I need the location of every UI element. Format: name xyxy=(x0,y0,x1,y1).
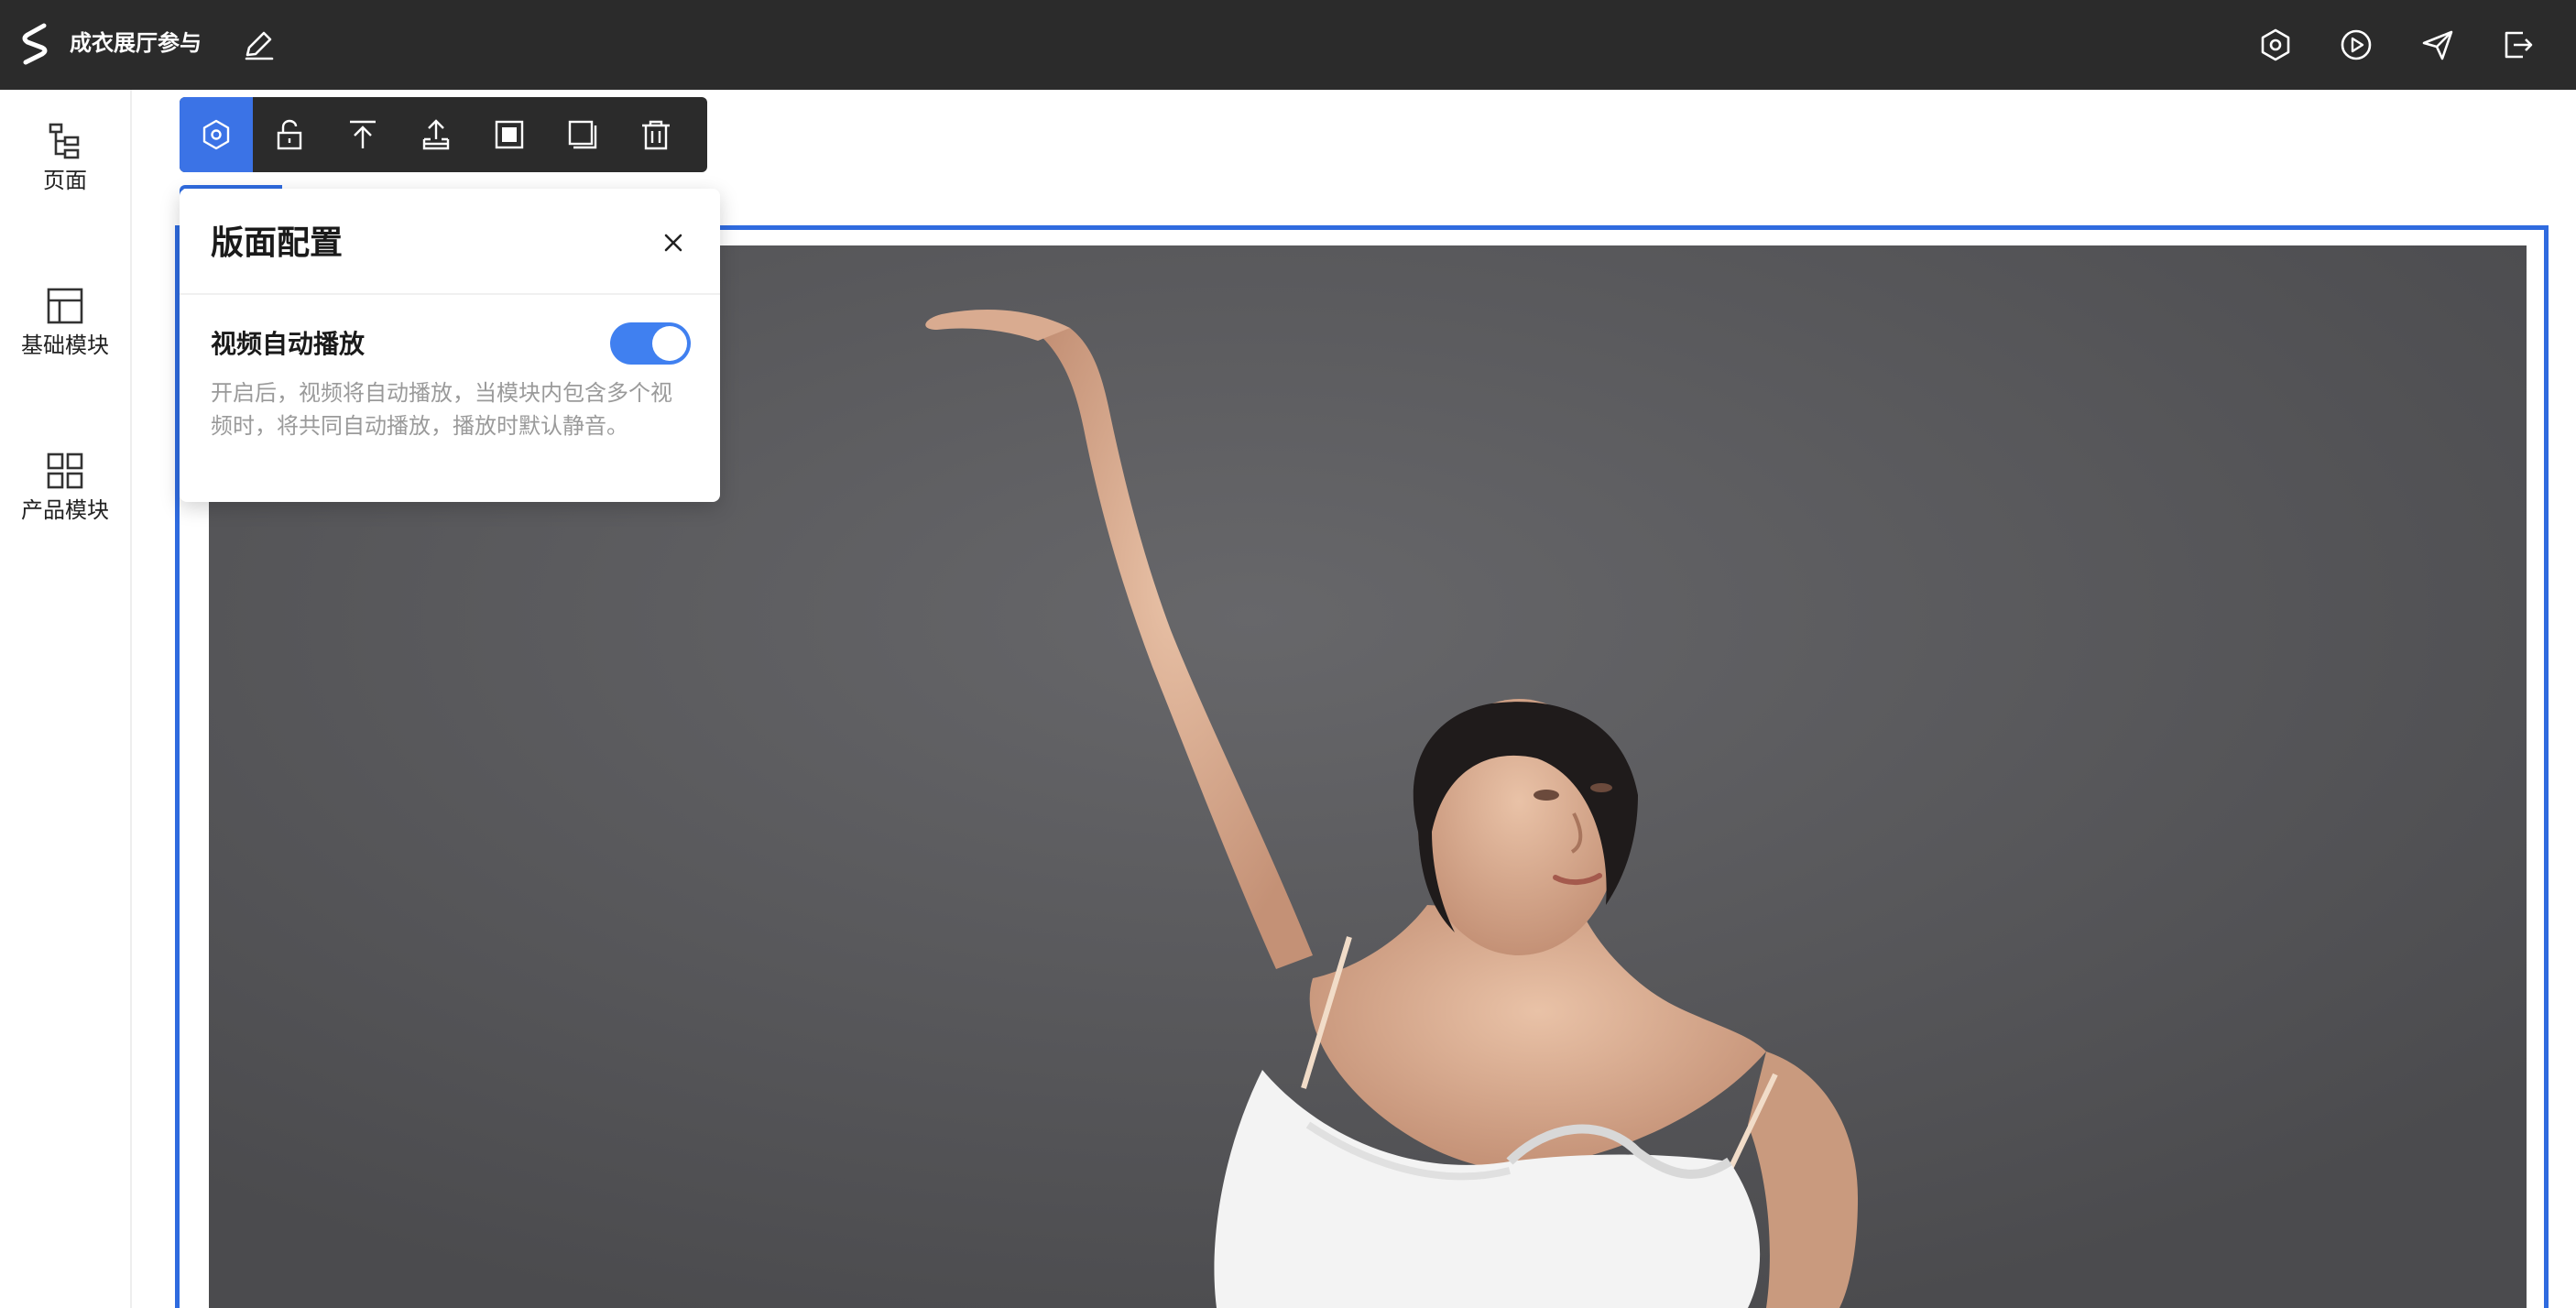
panel-header: 版面配置 xyxy=(180,189,720,295)
play-circle-icon xyxy=(2341,29,2372,60)
sidebar-item-label: 页面 xyxy=(43,169,87,193)
sidebar-item-basic-modules[interactable]: 基础模块 xyxy=(0,286,130,387)
unlock-icon xyxy=(277,119,302,150)
sidebar-item-pages[interactable]: 页面 xyxy=(0,121,130,222)
fill-button[interactable] xyxy=(473,97,546,172)
fill-icon xyxy=(495,120,524,149)
publish-button[interactable] xyxy=(2418,26,2457,64)
toggle-knob xyxy=(652,326,687,361)
exit-button[interactable] xyxy=(2499,26,2538,64)
unlock-button[interactable] xyxy=(253,97,326,172)
sidebar-item-label: 产品模块 xyxy=(21,498,109,523)
delete-icon xyxy=(642,120,670,150)
shadow-icon xyxy=(568,120,597,149)
preview-button[interactable] xyxy=(2337,26,2375,64)
settings-button[interactable] xyxy=(2256,26,2295,64)
panel-title: 版面配置 xyxy=(211,223,344,261)
sidebar-item-label: 基础模块 xyxy=(21,333,109,358)
layout-config-panel: 版面配置 视频自动播放 开启后，视频将自动播放，当模块内包含多个视频时，将共同自… xyxy=(180,189,720,502)
autoplay-setting-label: 视频自动播放 xyxy=(211,330,366,358)
grid-icon xyxy=(47,452,83,489)
move-to-top-icon xyxy=(350,120,376,148)
layout-icon xyxy=(47,288,83,324)
autoplay-setting-description: 开启后，视频将自动播放，当模块内包含多个视频时，将共同自动播放，播放时默认静音。 xyxy=(211,381,672,439)
upload-icon xyxy=(422,119,450,150)
exit-icon xyxy=(2505,31,2533,59)
module-toolbar xyxy=(180,97,707,172)
upload-button[interactable] xyxy=(399,97,473,172)
logo-icon xyxy=(22,23,48,65)
send-icon xyxy=(2422,30,2453,60)
edit-title-icon[interactable] xyxy=(242,27,277,62)
settings-icon xyxy=(2261,28,2290,61)
app-title: 成衣展厅参与 xyxy=(70,31,202,56)
sidebar-item-product-modules[interactable]: 产品模块 xyxy=(0,451,130,551)
page-tree-icon xyxy=(49,123,80,159)
autoplay-toggle[interactable] xyxy=(610,322,691,365)
left-sidebar: 页面 基础模块 产品模块 xyxy=(0,90,132,1308)
shadow-button[interactable] xyxy=(546,97,619,172)
close-icon[interactable] xyxy=(661,231,685,255)
settings-icon xyxy=(202,119,230,150)
move-to-top-button[interactable] xyxy=(326,97,399,172)
module-settings-button[interactable] xyxy=(180,97,253,172)
delete-button[interactable] xyxy=(619,97,693,172)
top-bar: 成衣展厅参与 xyxy=(0,0,2576,90)
